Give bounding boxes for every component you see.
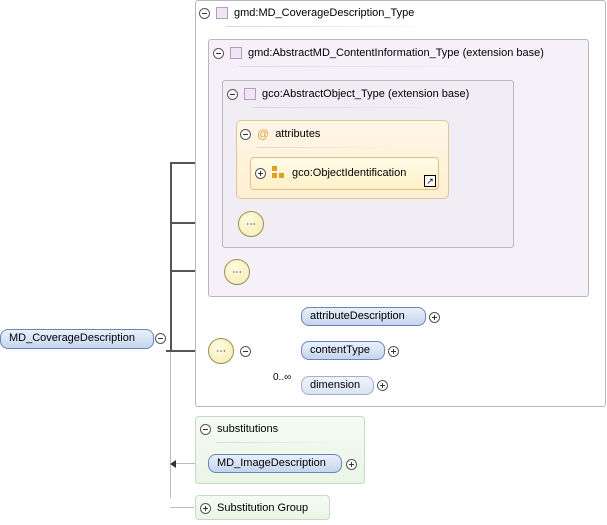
substitutions-label: substitutions [217, 423, 279, 435]
collapse-button[interactable] [213, 47, 224, 59]
connector-subst-vertical [170, 352, 171, 498]
element-dimension[interactable]: dimension [301, 376, 374, 395]
collapse-button[interactable] [240, 128, 251, 140]
complex-type-icon [230, 47, 242, 59]
root-element[interactable]: MD_CoverageDescription [0, 329, 154, 349]
root-element-label: MD_CoverageDescription [9, 332, 135, 344]
substitution-group-box[interactable]: Substitution Group [195, 495, 330, 520]
expand-button[interactable] [429, 312, 440, 323]
cardinality-label: 0..∞ [273, 372, 292, 383]
expand-button[interactable] [255, 167, 266, 179]
at-icon: @ [257, 127, 270, 141]
element-label: contentType [310, 344, 370, 356]
connector-trunk [170, 163, 172, 352]
sequence-icon[interactable]: ⋯ [238, 211, 264, 237]
expand-button[interactable] [377, 380, 388, 391]
expand-button[interactable] [200, 502, 211, 514]
element-label: dimension [310, 379, 361, 391]
substitution-group-label: Substitution Group [217, 502, 309, 514]
arrow-left-icon [170, 460, 176, 468]
expand-button[interactable] [388, 346, 399, 357]
connector-to-substitution-group [170, 507, 194, 508]
element-label: attributeDescription [310, 310, 405, 322]
collapse-button[interactable] [200, 423, 211, 435]
element-attribute-description[interactable]: attributeDescription [301, 307, 426, 326]
object-identification-box[interactable]: gco:ObjectIdentification ↗ [250, 157, 439, 190]
extension2-label: gco:AbstractObject_Type (extension base) [262, 88, 470, 100]
sequence-icon[interactable]: ⋯ [224, 259, 250, 285]
collapse-sequence-button[interactable] [240, 346, 251, 357]
collapse-button[interactable] [227, 88, 238, 100]
sequence-icon[interactable]: ⋯ [208, 338, 234, 364]
attributes-label: attributes [275, 128, 321, 140]
complex-type-icon [244, 88, 256, 100]
substitutions-box: substitutions [195, 416, 365, 484]
element-content-type[interactable]: contentType [301, 341, 385, 360]
reference-arrow-icon[interactable]: ↗ [424, 175, 436, 187]
expand-button[interactable] [346, 459, 357, 470]
collapse-root-button[interactable] [155, 333, 166, 344]
collapse-button[interactable] [199, 7, 210, 19]
element-label: MD_ImageDescription [217, 457, 326, 469]
attribute-group-icon [272, 166, 286, 180]
complex-type-label: gmd:MD_CoverageDescription_Type [234, 7, 415, 19]
element-md-image-description[interactable]: MD_ImageDescription [208, 454, 342, 473]
extension1-label: gmd:AbstractMD_ContentInformation_Type (… [248, 47, 544, 59]
complex-type-icon [216, 7, 228, 19]
object-identification-label: gco:ObjectIdentification [292, 167, 407, 179]
